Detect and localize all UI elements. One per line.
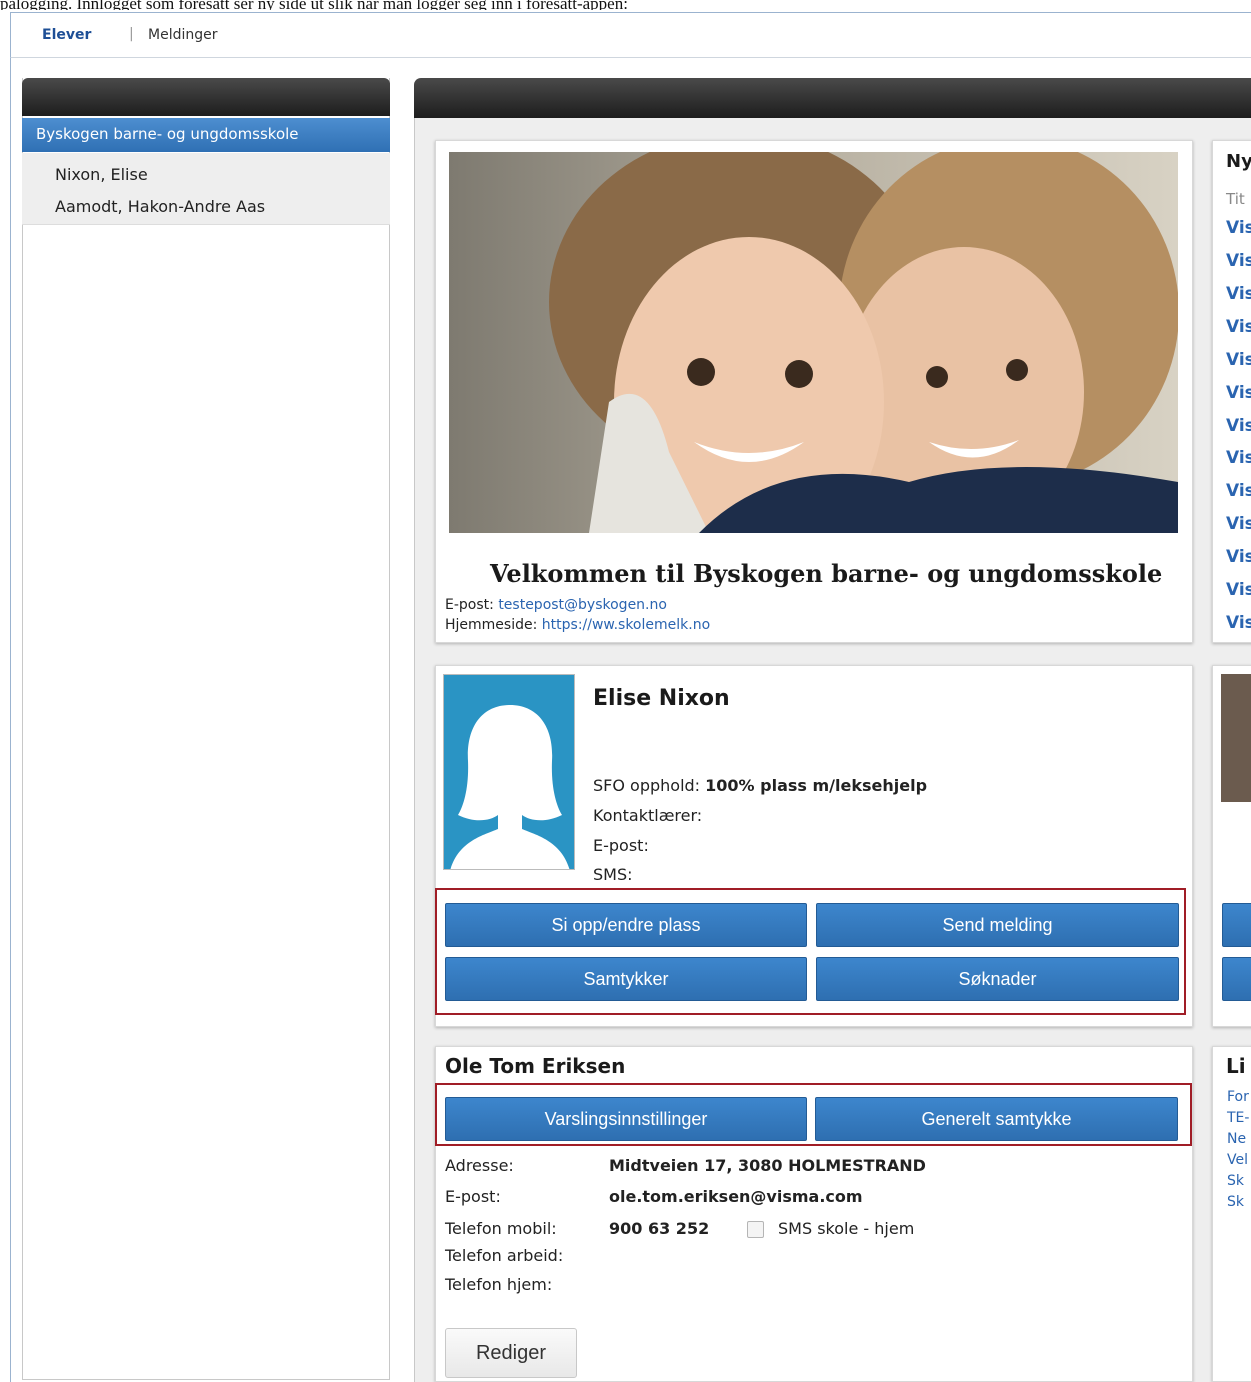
teacher-button[interactable] <box>1222 957 1251 1001</box>
mobile-value: 900 63 252 <box>609 1219 710 1238</box>
news-link[interactable]: Vis <box>1226 317 1251 337</box>
sfo-label: SFO opphold: <box>593 776 701 795</box>
link-item[interactable]: For <box>1227 1089 1249 1105</box>
news-link[interactable]: Vis <box>1226 251 1251 271</box>
student-list-item[interactable]: Aamodt, Hakon-Andre Aas <box>55 197 265 216</box>
teacher-label: Kontaktlærer: <box>593 806 703 825</box>
sidebar <box>22 78 390 1380</box>
parent-name: Ole Tom Eriksen <box>445 1054 626 1078</box>
nav-elever-link[interactable]: Elever <box>42 27 91 43</box>
news-link[interactable]: Vis <box>1226 481 1251 501</box>
mobile-label: Telefon mobil: <box>445 1219 557 1238</box>
school-photo <box>449 152 1178 533</box>
news-link[interactable]: Vis <box>1226 580 1251 600</box>
teacher-photo <box>1221 674 1251 802</box>
general-consent-button[interactable]: Generelt samtykke <box>815 1097 1178 1141</box>
sms-checkbox[interactable] <box>747 1221 764 1238</box>
student-avatar <box>443 674 575 870</box>
news-link[interactable]: Vis <box>1226 448 1251 468</box>
news-title: Ny <box>1226 151 1251 172</box>
nav-meldinger-link[interactable]: Meldinger <box>148 27 218 43</box>
news-link[interactable]: Vis <box>1226 514 1251 534</box>
link-item[interactable]: Ne <box>1227 1131 1246 1147</box>
consents-button[interactable]: Samtykker <box>445 957 807 1001</box>
link-item[interactable]: Sk <box>1227 1194 1244 1210</box>
main-header <box>414 78 1251 118</box>
welcome-title: Velkommen til Byskogen barne- og ungdoms… <box>490 559 1163 588</box>
link-item[interactable]: TE- <box>1227 1110 1249 1126</box>
student-email-label: E-post: <box>593 836 649 855</box>
parent-email-value: ole.tom.eriksen@visma.com <box>609 1187 863 1206</box>
sidebar-school-item[interactable]: Byskogen barne- og ungdomsskole <box>22 118 390 152</box>
school-email-row: E-post: testepost@byskogen.no <box>445 597 667 613</box>
news-link[interactable]: Vis <box>1226 350 1251 370</box>
school-email-label: E-post: <box>445 597 494 613</box>
sfo-value: 100% plass m/leksehjelp <box>705 776 928 795</box>
nav-separator: | <box>129 26 134 42</box>
link-item[interactable]: Vel <box>1227 1152 1248 1168</box>
intro-text: pålogging. Innlogget som foresatt ser ny… <box>0 0 628 10</box>
work-phone-label: Telefon arbeid: <box>445 1246 564 1265</box>
news-link[interactable]: Vis <box>1226 284 1251 304</box>
news-link[interactable]: Vis <box>1226 416 1251 436</box>
address-label: Adresse: <box>445 1156 514 1175</box>
links-title: Li <box>1226 1054 1246 1078</box>
student-list: Nixon, Elise Aamodt, Hakon-Andre Aas <box>22 153 390 225</box>
address-value: Midtveien 17, 3080 HOLMESTRAND <box>609 1156 926 1175</box>
news-link[interactable]: Vis <box>1226 547 1251 567</box>
link-item[interactable]: Sk <box>1227 1173 1244 1189</box>
news-link[interactable]: Vis <box>1226 218 1251 238</box>
news-link[interactable]: Vis <box>1226 383 1251 403</box>
news-link[interactable]: Vis <box>1226 613 1251 633</box>
school-homepage-row: Hjemmeside: https://ww.skolemelk.no <box>445 617 710 633</box>
top-navigation: Elever | Meldinger <box>10 12 1251 58</box>
school-homepage-label: Hjemmeside: <box>445 617 538 633</box>
applications-button[interactable]: Søknader <box>816 957 1179 1001</box>
edit-button[interactable]: Rediger <box>445 1328 577 1378</box>
cancel-change-place-button[interactable]: Si opp/endre plass <box>445 903 807 947</box>
teacher-button[interactable] <box>1222 903 1251 947</box>
student-list-item[interactable]: Nixon, Elise <box>55 165 148 184</box>
sms-checkbox-label: SMS skole - hjem <box>778 1219 915 1238</box>
news-column-header: Tit <box>1226 190 1245 208</box>
frame-border <box>10 58 11 1382</box>
student-sms-label: SMS: <box>593 865 633 884</box>
school-homepage-link[interactable]: https://ww.skolemelk.no <box>542 617 710 633</box>
sfo-row: SFO opphold: 100% plass m/leksehjelp <box>593 776 927 795</box>
send-message-button[interactable]: Send melding <box>816 903 1179 947</box>
student-name: Elise Nixon <box>593 686 730 711</box>
sidebar-header <box>22 78 390 116</box>
parent-email-label: E-post: <box>445 1187 501 1206</box>
home-phone-label: Telefon hjem: <box>445 1275 553 1294</box>
school-email-link[interactable]: testepost@byskogen.no <box>498 597 667 613</box>
notification-settings-button[interactable]: Varslingsinnstillinger <box>445 1097 807 1141</box>
